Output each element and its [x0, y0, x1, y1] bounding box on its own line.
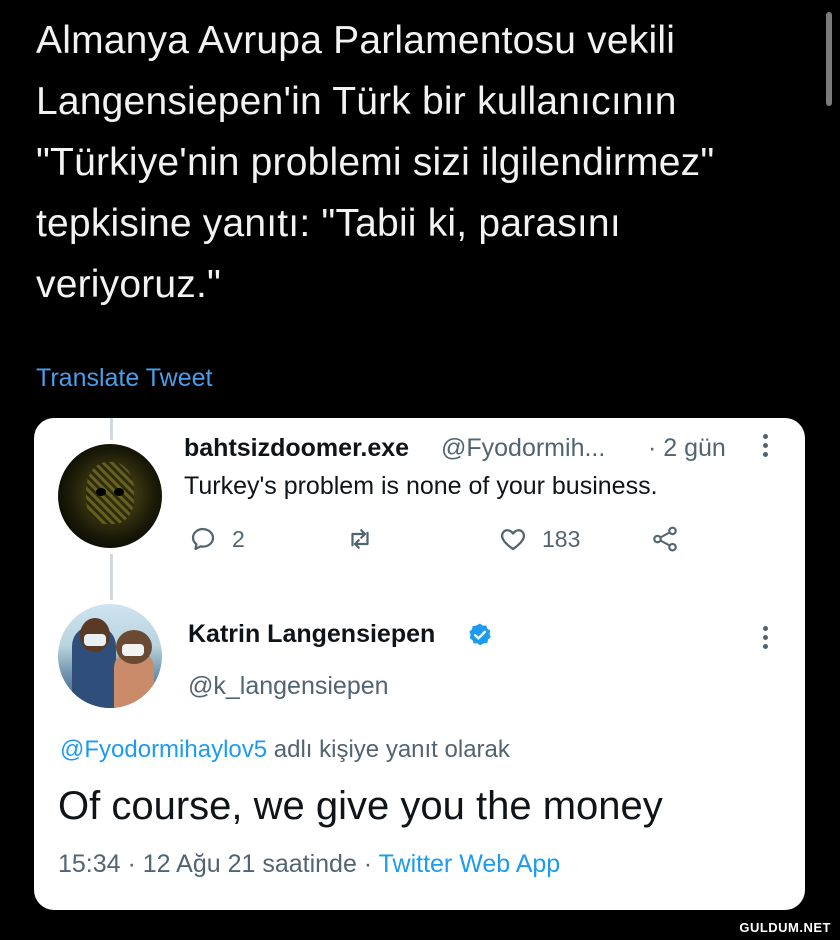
replying-to-line: @Fyodormihaylov5 adlı kişiye yanıt olara… [60, 736, 510, 764]
headline: Almanya Avrupa Parlamentosu vekili Lange… [36, 10, 826, 315]
tweet-time[interactable]: · 2 gün [648, 434, 726, 463]
skull-avatar-icon [86, 462, 134, 524]
watermark: GULDUM.NET [736, 919, 834, 936]
heart-icon [500, 529, 526, 551]
retweet-button[interactable] [342, 524, 378, 554]
verified-badge-icon [469, 623, 491, 646]
display-name[interactable]: bahtsizdoomer.exe [184, 434, 409, 463]
user-handle[interactable]: @k_langensiepen [188, 672, 389, 701]
tweet-text: Of course, we give you the money [58, 784, 663, 828]
like-button[interactable]: 183 [496, 524, 580, 554]
translate-tweet-link[interactable]: Translate Tweet [36, 364, 212, 393]
thread-line [110, 554, 113, 600]
replying-to-text: adlı kişiye yanıt olarak [267, 736, 510, 763]
like-count: 183 [542, 525, 581, 552]
thread-line [110, 418, 113, 440]
retweet-icon [351, 529, 369, 549]
headline-line: "Türkiye'nin problemi sizi ilgilendirmez… [36, 141, 715, 184]
share-button[interactable] [648, 524, 682, 554]
timestamp[interactable]: 15:34 · 12 Ağu 21 saatinde · [58, 850, 379, 878]
avatar[interactable] [58, 444, 162, 548]
user-handle[interactable]: @Fyodormih... [441, 434, 605, 463]
more-options-icon[interactable] [763, 626, 769, 653]
headline-line: tepkisine yanıtı: "Tabii ki, parasını [36, 202, 621, 245]
reply-icon [191, 527, 215, 551]
eye-shape [96, 488, 106, 496]
eye-shape [114, 488, 124, 496]
quoted-thread-card: bahtsizdoomer.exe @Fyodormih... · 2 gün … [34, 418, 805, 910]
tweet-meta: 15:34 · 12 Ağu 21 saatinde · Twitter Web… [58, 850, 560, 879]
headline-line: Langensiepen'in Türk bir kullanıcının [36, 80, 677, 123]
reply-count: 2 [232, 525, 245, 552]
more-options-icon[interactable] [763, 434, 769, 461]
scrollbar[interactable] [826, 12, 832, 106]
display-name[interactable]: Katrin Langensiepen [188, 620, 435, 649]
tweet-text: Turkey's problem is none of your busines… [184, 472, 658, 500]
mention-link[interactable]: @Fyodormihaylov5 [60, 736, 267, 763]
share-icon [653, 526, 677, 552]
headline-line: veriyoruz." [36, 263, 222, 306]
avatar[interactable] [58, 604, 162, 708]
face-mask-shape [122, 644, 144, 656]
headline-line: Almanya Avrupa Parlamentosu vekili [36, 19, 676, 62]
source-app-link[interactable]: Twitter Web App [379, 850, 561, 878]
face-mask-shape [84, 634, 106, 646]
reply-button[interactable]: 2 [186, 524, 245, 554]
